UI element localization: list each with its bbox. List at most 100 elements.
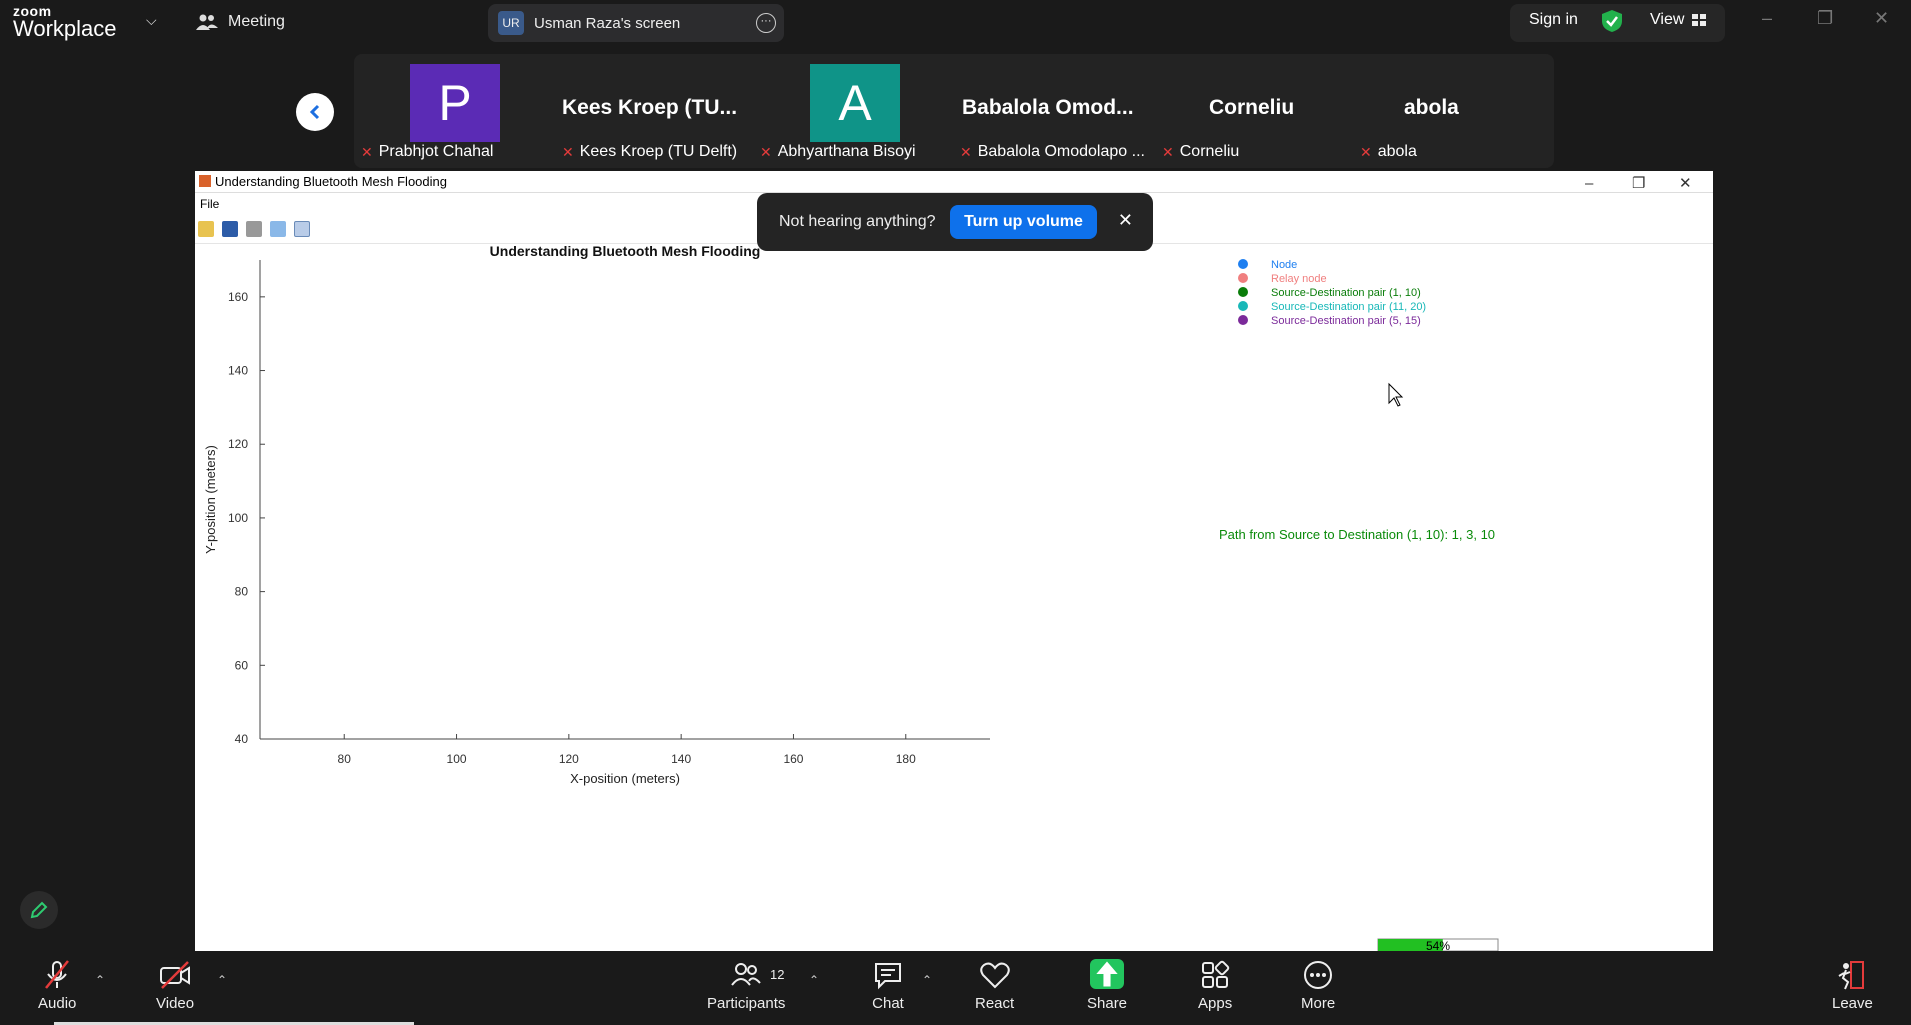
chevron-down-icon[interactable]: ⌵	[146, 12, 157, 29]
chat-button[interactable]: Chat	[871, 959, 905, 1012]
meeting-controls-bar: Audio ⌃ Video ⌃ Participants 12 ⌃ Chat ⌃…	[0, 951, 1911, 1025]
more-button[interactable]: More	[1301, 959, 1335, 1012]
x-tick-label: 80	[338, 752, 352, 766]
participant-tile[interactable]: P ✕ Prabhjot Chahal	[355, 64, 505, 168]
chat-label: Chat	[872, 995, 904, 1012]
avatar: P	[410, 64, 500, 142]
apps-label: Apps	[1198, 995, 1233, 1012]
gallery-prev-button[interactable]	[296, 93, 334, 131]
mesh-plot: 123456789101112131415161718192021 801001…	[203, 243, 1499, 951]
screen-share-label: Usman Raza's screen	[534, 14, 681, 32]
apps-button[interactable]: Apps	[1198, 959, 1232, 1012]
video-label: Video	[156, 995, 195, 1012]
plot-legend: Node Relay node Source-Destination pair (1…	[1238, 259, 1426, 327]
x-tick-label: 120	[559, 752, 579, 766]
x-tick-label: 180	[896, 752, 916, 766]
view-button[interactable]: View	[1650, 11, 1707, 29]
mic-muted-icon: ✕	[562, 143, 574, 160]
mic-muted-icon: ✕	[760, 143, 772, 160]
y-tick-label: 100	[228, 511, 248, 525]
legend-marker	[1238, 287, 1248, 297]
zoom-app: zoom Workplace ⌵ Meeting UR Usman Raza's…	[0, 0, 1911, 1025]
screen-share-pill[interactable]: UR Usman Raza's screen ···	[488, 4, 784, 42]
participant-tile[interactable]: Kees Kroep (TU... ✕ Kees Kroep (TU Delft)	[555, 64, 755, 168]
close-window-icon[interactable]: ✕	[1874, 8, 1889, 29]
zoom-logo[interactable]: zoom Workplace	[13, 4, 117, 40]
legend-entry: Source-Destination pair (11, 20)	[1271, 301, 1426, 313]
share-screen-icon	[1090, 959, 1125, 989]
meeting-label: Meeting	[228, 13, 285, 30]
sharer-avatar: UR	[498, 11, 524, 35]
audio-button[interactable]: Audio	[38, 959, 76, 1012]
chat-icon	[875, 963, 901, 990]
video-button[interactable]: Video	[156, 959, 194, 1012]
audio-toast: Not hearing anything? Turn up volume ✕	[757, 193, 1153, 251]
y-axis-label: Y-position (meters)	[203, 445, 218, 554]
share-label: Share	[1087, 995, 1128, 1012]
participant-name-label: ✕ Abhyarthana Bisoyi	[760, 143, 916, 161]
participants-icon	[731, 963, 761, 986]
x-tick-label: 160	[783, 752, 803, 766]
participant-tile[interactable]: Corneliu ✕ Corneliu	[1160, 64, 1310, 168]
sign-in-button[interactable]: Sign in	[1529, 11, 1578, 29]
logo-workplace-text: Workplace	[13, 16, 117, 41]
y-tick-label: 160	[228, 290, 248, 304]
turn-up-volume-button[interactable]: Turn up volume	[950, 205, 1097, 239]
avatar: A	[810, 64, 900, 142]
participant-tile[interactable]: abola ✕ abola	[1355, 64, 1505, 168]
more-options-icon[interactable]: ···	[756, 13, 776, 33]
pencil-icon	[30, 901, 48, 919]
y-tick-label: 60	[235, 658, 249, 672]
leave-icon	[1838, 961, 1865, 990]
mic-muted-icon: ✕	[1162, 143, 1174, 160]
participant-tile[interactable]: Babalola Omod... ✕ Babalola Omodolapo ...	[960, 64, 1160, 168]
participant-name: abola	[1377, 143, 1417, 160]
chevron-up-icon[interactable]: ⌃	[809, 973, 819, 987]
chevron-up-icon[interactable]: ⌃	[217, 973, 227, 987]
shield-check-icon[interactable]	[1600, 9, 1624, 38]
participant-name: Corneliu	[1179, 143, 1240, 160]
close-icon[interactable]: ✕	[1118, 210, 1133, 231]
y-tick-label: 80	[235, 585, 249, 599]
participant-name: Prabhjot Chahal	[378, 143, 494, 160]
participant-name: Kees Kroep (TU Delft)	[579, 143, 738, 160]
plot-axes: 80 100 120 140 160 180 40 60 80 100 120 140 160 Under…	[203, 243, 990, 786]
audio-label: Audio	[38, 995, 77, 1012]
legend-marker	[1238, 273, 1248, 283]
figure-window: Understanding Bluetooth Mesh Flooding – …	[195, 171, 1713, 951]
toast-message: Not hearing anything?	[779, 213, 936, 230]
heart-icon	[979, 962, 1010, 989]
participant-count: 12	[770, 967, 785, 982]
annotate-button[interactable]	[20, 891, 58, 929]
restore-window-icon[interactable]: ❐	[1817, 8, 1833, 29]
meeting-button[interactable]: Meeting	[196, 12, 285, 32]
leave-button[interactable]: Leave	[1832, 959, 1873, 1012]
legend-marker	[1238, 301, 1248, 311]
participant-name-label: ✕ Corneliu	[1162, 143, 1239, 161]
participant-name: Abhyarthana Bisoyi	[777, 143, 916, 160]
participants-label: Participants	[707, 995, 786, 1012]
mic-muted-icon: ✕	[361, 143, 373, 160]
more-label: More	[1301, 995, 1336, 1012]
top-bar: zoom Workplace ⌵ Meeting UR Usman Raza's…	[0, 0, 1911, 48]
chevron-up-icon[interactable]: ⌃	[95, 973, 105, 987]
mic-muted-icon	[45, 960, 70, 989]
y-tick-label: 140	[228, 364, 248, 378]
react-button[interactable]: React	[975, 959, 1014, 1012]
legend-entry: Relay node	[1271, 273, 1327, 285]
legend-marker	[1238, 315, 1248, 325]
participant-title: Kees Kroep (TU...	[562, 96, 738, 119]
y-tick-label: 40	[235, 732, 249, 746]
chart-title: Understanding Bluetooth Mesh Flooding	[490, 243, 761, 259]
mic-muted-icon: ✕	[960, 143, 972, 160]
chevron-up-icon[interactable]: ⌃	[922, 973, 932, 987]
participant-tile[interactable]: A ✕ Abhyarthana Bisoyi	[760, 64, 940, 168]
leave-label: Leave	[1832, 995, 1873, 1012]
participant-title: abola	[1404, 96, 1459, 119]
path-annotation: Path from Source to Destination (1, 10):…	[1219, 527, 1495, 542]
legend-entry: Source-Destination pair (5, 15)	[1271, 315, 1421, 327]
progress-label: 54%	[1426, 939, 1450, 951]
share-button[interactable]: Share	[1087, 959, 1127, 1012]
participant-name-label: ✕ Prabhjot Chahal	[361, 143, 493, 161]
minimize-window-icon[interactable]: –	[1762, 8, 1772, 29]
